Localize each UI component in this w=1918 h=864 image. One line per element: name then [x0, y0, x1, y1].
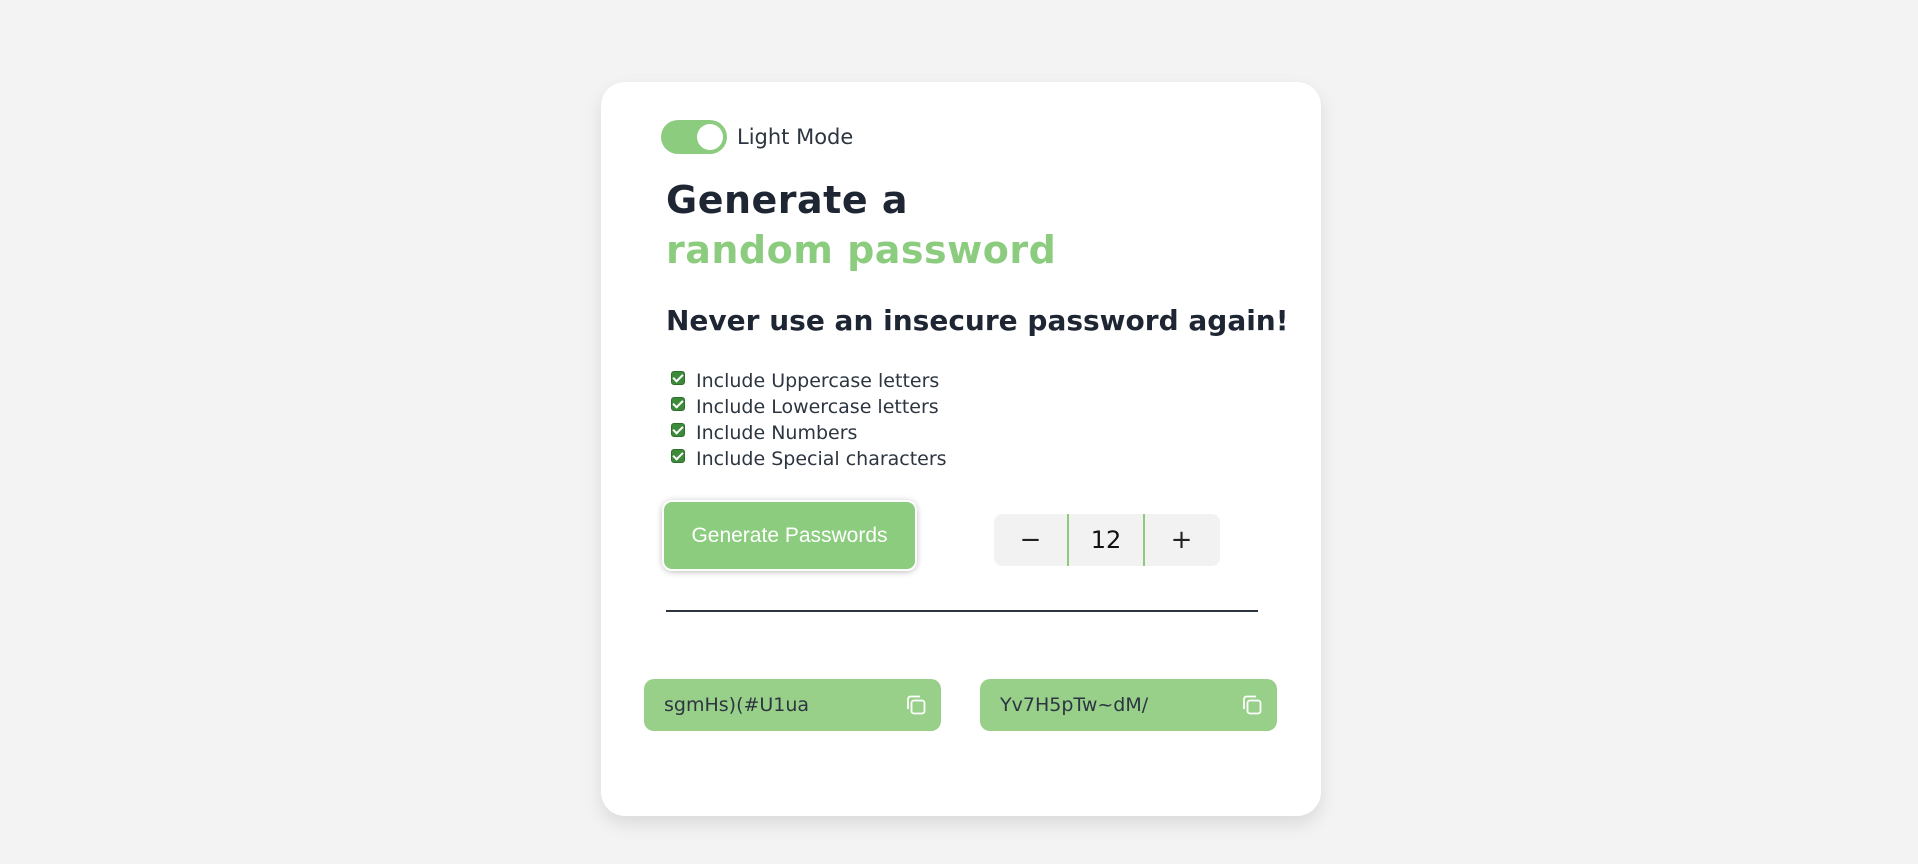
- length-stepper: − 12 +: [994, 514, 1220, 566]
- decrement-button[interactable]: −: [994, 514, 1067, 566]
- option-label: Include Lowercase letters: [696, 396, 939, 418]
- password-output-1[interactable]: sgmHs)(#U1ua: [644, 679, 941, 731]
- copy-icon[interactable]: [905, 694, 927, 716]
- options-list: Include Uppercase letters Include Lowerc…: [671, 368, 947, 472]
- increment-button[interactable]: +: [1145, 514, 1218, 566]
- page-title: Generate a: [666, 178, 908, 222]
- generate-passwords-button[interactable]: Generate Passwords: [664, 502, 915, 569]
- copy-icon[interactable]: [1241, 694, 1263, 716]
- page-title-highlight: random password: [666, 228, 1057, 272]
- password-output-2[interactable]: Yv7H5pTw~dM/: [980, 679, 1277, 731]
- option-lowercase[interactable]: Include Lowercase letters: [671, 394, 947, 420]
- option-label: Include Special characters: [696, 448, 947, 470]
- numbers-checkbox[interactable]: [671, 423, 685, 437]
- option-label: Include Numbers: [696, 422, 858, 444]
- mode-toggle-row: Light Mode: [661, 120, 853, 154]
- mode-label: Light Mode: [737, 125, 854, 149]
- option-label: Include Uppercase letters: [696, 370, 940, 392]
- special-checkbox[interactable]: [671, 449, 685, 463]
- divider: [666, 610, 1258, 612]
- toggle-knob: [697, 124, 723, 150]
- uppercase-checkbox[interactable]: [671, 371, 685, 385]
- password-text: Yv7H5pTw~dM/: [1000, 694, 1149, 716]
- password-generator-card: Light Mode Generate a random password Ne…: [601, 82, 1321, 816]
- lowercase-checkbox[interactable]: [671, 397, 685, 411]
- password-text: sgmHs)(#U1ua: [664, 694, 810, 716]
- option-numbers[interactable]: Include Numbers: [671, 420, 947, 446]
- option-special[interactable]: Include Special characters: [671, 446, 947, 472]
- light-mode-toggle[interactable]: [661, 120, 727, 154]
- length-value[interactable]: 12: [1067, 514, 1145, 566]
- option-uppercase[interactable]: Include Uppercase letters: [671, 368, 947, 394]
- page-subtitle: Never use an insecure password again!: [666, 304, 1289, 337]
